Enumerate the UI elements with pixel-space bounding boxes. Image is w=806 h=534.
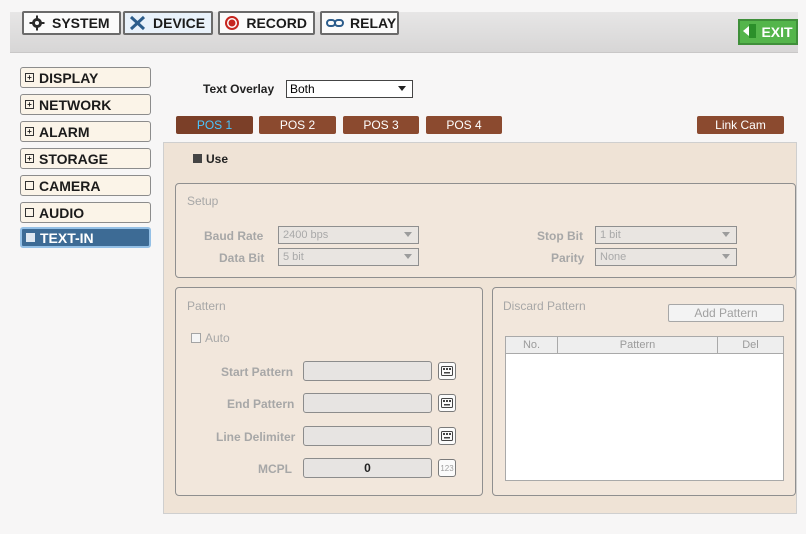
link-cam-label: Link Cam	[715, 118, 766, 132]
link-icon	[326, 15, 344, 31]
mcpl-value: 0	[364, 461, 371, 475]
text-overlay-select[interactable]: Both	[286, 80, 413, 98]
discard-pattern-title: Discard Pattern	[503, 299, 586, 313]
tab-label: POS 3	[363, 118, 399, 132]
tools-icon	[129, 15, 147, 31]
dvr-settings-window: SYSTEM DEVICE RECORD RELAY EXIT + DISPLA…	[0, 0, 806, 534]
data-bit-select: 5 bit	[278, 248, 419, 266]
parity-select: None	[595, 248, 737, 266]
expand-icon: +	[25, 127, 34, 136]
text-overlay-value: Both	[290, 82, 315, 96]
stop-bit-value: 1 bit	[600, 229, 621, 241]
add-pattern-label: Add Pattern	[694, 306, 758, 320]
keyboard-icon	[441, 366, 453, 376]
end-pattern-input	[303, 393, 432, 413]
record-icon	[224, 15, 240, 31]
expand-icon: +	[25, 100, 34, 109]
mcpl-label: MCPL	[258, 462, 292, 476]
relay-button[interactable]: RELAY	[320, 11, 399, 35]
use-checkbox[interactable]	[193, 154, 202, 163]
sidebar-item-display[interactable]: + DISPLAY	[20, 67, 151, 88]
record-button-label: RECORD	[246, 15, 307, 31]
add-pattern-button[interactable]: Add Pattern	[668, 304, 784, 322]
start-pattern-label: Start Pattern	[221, 365, 294, 379]
pattern-title: Pattern	[187, 299, 226, 313]
expand-icon: +	[25, 154, 34, 163]
device-button-label: DEVICE	[153, 15, 206, 31]
start-pattern-input	[303, 361, 432, 381]
stop-bit-select: 1 bit	[595, 226, 737, 244]
chevron-down-icon	[404, 232, 412, 237]
system-button-label: SYSTEM	[52, 15, 110, 31]
auto-checkbox	[191, 333, 201, 343]
baud-rate-label: Baud Rate	[204, 229, 264, 243]
gear-icon	[28, 15, 46, 31]
sidebar-item-label: ALARM	[39, 123, 90, 140]
sidebar-item-storage[interactable]: + STORAGE	[20, 148, 151, 169]
keyboard-button[interactable]	[438, 427, 456, 445]
device-button[interactable]: DEVICE	[123, 11, 213, 35]
chevron-down-icon	[722, 232, 730, 237]
exit-door-icon	[743, 23, 757, 42]
chevron-down-icon	[398, 86, 406, 91]
sidebar-item-audio[interactable]: AUDIO	[20, 202, 151, 223]
data-bit-label: Data Bit	[219, 251, 265, 265]
exit-label: EXIT	[761, 24, 793, 40]
sidebar-item-label: STORAGE	[39, 150, 108, 167]
numeric-pad-button[interactable]: 123	[438, 459, 456, 477]
link-cam-button[interactable]: Link Cam	[697, 116, 784, 134]
sidebar-item-alarm[interactable]: + ALARM	[20, 121, 151, 142]
sidebar-item-label: TEXT-IN	[40, 229, 94, 246]
column-del: Del	[742, 339, 759, 351]
square-icon	[26, 233, 35, 242]
chevron-down-icon	[722, 254, 730, 259]
end-pattern-label: End Pattern	[227, 397, 295, 411]
stop-bit-label: Stop Bit	[537, 229, 583, 243]
data-bit-value: 5 bit	[283, 251, 304, 263]
keyboard-icon	[441, 431, 453, 441]
discard-pattern-table-header: No. Pattern Del	[505, 336, 784, 354]
column-pattern: Pattern	[558, 337, 718, 353]
tab-pos-3[interactable]: POS 3	[343, 116, 419, 134]
line-delimiter-label: Line Delimiter	[216, 430, 296, 444]
relay-button-label: RELAY	[350, 15, 397, 31]
auto-label: Auto	[205, 331, 230, 345]
sidebar-item-text-in[interactable]: TEXT-IN	[20, 227, 151, 248]
keyboard-icon	[441, 398, 453, 408]
setup-title: Setup	[187, 194, 219, 208]
tab-label: POS 2	[279, 118, 316, 132]
square-icon	[25, 208, 34, 217]
sidebar-item-camera[interactable]: CAMERA	[20, 175, 151, 196]
line-delimiter-input	[303, 426, 432, 446]
parity-label: Parity	[551, 251, 585, 265]
system-button[interactable]: SYSTEM	[22, 11, 121, 35]
tab-pos-4[interactable]: POS 4	[426, 116, 502, 134]
column-no: No.	[506, 337, 558, 353]
square-icon	[25, 181, 34, 190]
mcpl-input[interactable]: 0	[303, 458, 432, 478]
keyboard-button[interactable]	[438, 394, 456, 412]
exit-button[interactable]: EXIT	[738, 19, 798, 45]
sidebar-item-label: AUDIO	[39, 204, 85, 221]
baud-rate-select: 2400 bps	[278, 226, 419, 244]
sidebar-item-label: CAMERA	[39, 177, 101, 194]
use-label: Use	[206, 152, 229, 166]
sidebar-item-label: DISPLAY	[39, 69, 99, 86]
tab-pos-2[interactable]: POS 2	[259, 116, 336, 134]
tab-label: POS 4	[446, 118, 482, 132]
expand-icon: +	[25, 73, 34, 82]
keyboard-button[interactable]	[438, 362, 456, 380]
parity-value: None	[600, 251, 627, 263]
record-button[interactable]: RECORD	[218, 11, 315, 35]
discard-pattern-table	[505, 354, 784, 481]
text-overlay-label: Text Overlay	[203, 82, 275, 96]
baud-rate-value: 2400 bps	[283, 229, 329, 241]
chevron-down-icon	[404, 254, 412, 259]
sidebar-item-label: NETWORK	[39, 96, 112, 113]
numeric-pad-label: 123	[440, 463, 454, 473]
tab-label: POS 1	[196, 118, 233, 132]
sidebar-item-network[interactable]: + NETWORK	[20, 94, 151, 115]
tab-pos-1[interactable]: POS 1	[176, 116, 253, 134]
